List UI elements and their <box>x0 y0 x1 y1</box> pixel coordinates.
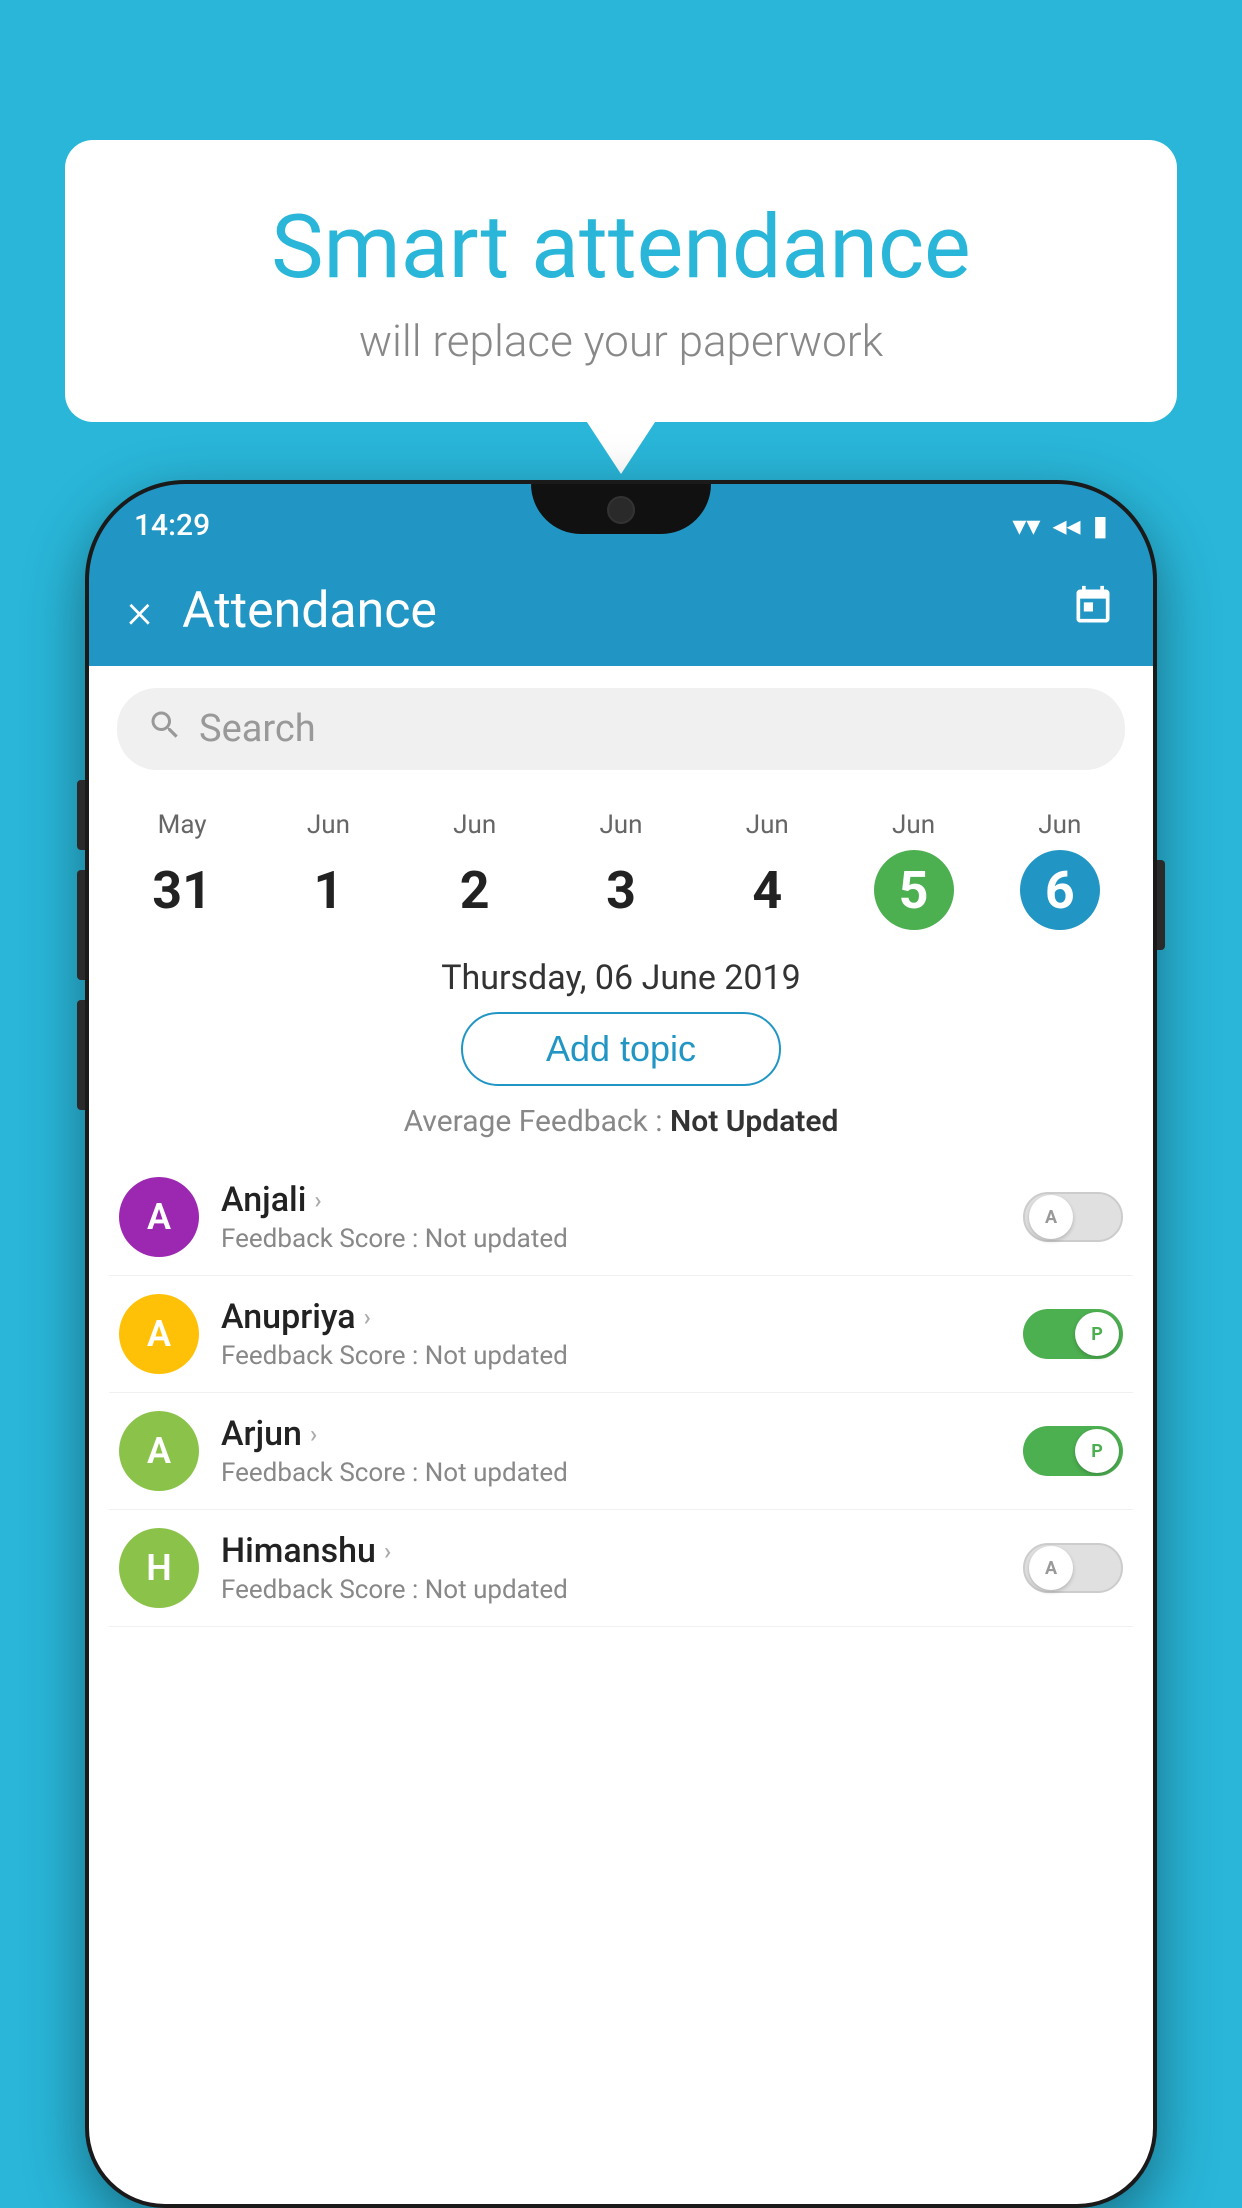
bubble-title: Smart attendance <box>125 200 1117 297</box>
calendar-month-label: Jun <box>844 810 982 840</box>
calendar-day[interactable]: May 31 <box>109 802 255 938</box>
toggle-thumb: A <box>1029 1546 1073 1590</box>
chevron-icon: › <box>310 1420 317 1448</box>
bubble-subtitle: will replace your paperwork <box>125 315 1117 367</box>
student-score: Feedback Score : Not updated <box>221 1341 1001 1371</box>
power-button <box>1157 860 1165 950</box>
app-bar: × Attendance <box>89 556 1153 666</box>
calendar-month-label: Jun <box>552 810 690 840</box>
phone-frame: 14:29 ▾▾ ◂◂ ▮ × Attendance <box>85 480 1157 2208</box>
calendar-date-number: 2 <box>435 850 515 930</box>
search-input-placeholder: Search <box>199 707 316 751</box>
student-item[interactable]: A Anjali › Feedback Score : Not updated A <box>109 1159 1133 1276</box>
calendar-month-label: Jun <box>991 810 1129 840</box>
calendar-date-number: 6 <box>1020 850 1100 930</box>
calendar-strip: May 31 Jun 1 Jun 2 Jun 3 Jun 4 Jun 5 Jun 6 <box>89 792 1153 938</box>
feedback-label-text: Average Feedback : <box>404 1104 670 1139</box>
student-info: Anupriya › Feedback Score : Not updated <box>221 1297 1001 1371</box>
calendar-month-label: Jun <box>406 810 544 840</box>
screen-content: Search May 31 Jun 1 Jun 2 Jun 3 Jun 4 Jun 5 Jun 6 Thu… <box>89 666 1153 2204</box>
student-score: Feedback Score : Not updated <box>221 1575 1001 1605</box>
student-avatar: A <box>119 1411 199 1491</box>
toggle-switch[interactable]: P <box>1023 1309 1123 1359</box>
student-avatar: H <box>119 1528 199 1608</box>
calendar-day[interactable]: Jun 5 <box>840 802 986 938</box>
attendance-toggle[interactable]: P <box>1023 1309 1123 1359</box>
toggle-switch[interactable]: P <box>1023 1426 1123 1476</box>
wifi-icon: ▾▾ <box>1012 509 1040 542</box>
chevron-icon: › <box>384 1537 391 1565</box>
calendar-day[interactable]: Jun 3 <box>548 802 694 938</box>
calendar-month-label: Jun <box>259 810 397 840</box>
feedback-value: Not Updated <box>670 1104 838 1139</box>
battery-icon: ▮ <box>1093 509 1108 542</box>
volume-up-button <box>77 780 85 850</box>
calendar-date-number: 1 <box>288 850 368 930</box>
close-button[interactable]: × <box>127 587 152 635</box>
toggle-thumb: P <box>1075 1312 1119 1356</box>
silent-button <box>77 1000 85 1110</box>
student-name: Anupriya › <box>221 1297 1001 1337</box>
search-icon <box>147 707 183 752</box>
calendar-day[interactable]: Jun 2 <box>402 802 548 938</box>
toggle-thumb: P <box>1075 1429 1119 1473</box>
attendance-toggle[interactable]: A <box>1023 1192 1123 1242</box>
calendar-date-number: 31 <box>142 850 222 930</box>
phone-notch <box>531 484 711 534</box>
calendar-day[interactable]: Jun 4 <box>694 802 840 938</box>
student-name: Himanshu › <box>221 1531 1001 1571</box>
student-item[interactable]: A Anupriya › Feedback Score : Not updated P <box>109 1276 1133 1393</box>
student-avatar: A <box>119 1294 199 1374</box>
chevron-icon: › <box>364 1303 371 1331</box>
signal-icon: ◂◂ <box>1052 509 1080 542</box>
student-score: Feedback Score : Not updated <box>221 1458 1001 1488</box>
student-avatar: A <box>119 1177 199 1257</box>
student-info: Arjun › Feedback Score : Not updated <box>221 1414 1001 1488</box>
calendar-day[interactable]: Jun 6 <box>987 802 1133 938</box>
calendar-day[interactable]: Jun 1 <box>255 802 401 938</box>
student-info: Anjali › Feedback Score : Not updated <box>221 1180 1001 1254</box>
student-info: Himanshu › Feedback Score : Not updated <box>221 1531 1001 1605</box>
volume-down-button <box>77 870 85 980</box>
attendance-toggle[interactable]: P <box>1023 1426 1123 1476</box>
status-icons: ▾▾ ◂◂ ▮ <box>1012 509 1108 542</box>
calendar-date-number: 3 <box>581 850 661 930</box>
add-topic-button[interactable]: Add topic <box>461 1012 781 1086</box>
calendar-month-label: Jun <box>698 810 836 840</box>
calendar-button[interactable] <box>1071 584 1115 639</box>
speech-bubble: Smart attendance will replace your paper… <box>65 140 1177 422</box>
calendar-date-number: 5 <box>874 850 954 930</box>
app-title: Attendance <box>182 582 1041 640</box>
toggle-thumb: A <box>1029 1195 1073 1239</box>
status-time: 14:29 <box>134 508 210 543</box>
student-score: Feedback Score : Not updated <box>221 1224 1001 1254</box>
selected-date-display: Thursday, 06 June 2019 <box>89 958 1153 998</box>
toggle-switch[interactable]: A <box>1023 1543 1123 1593</box>
calendar-date-number: 4 <box>727 850 807 930</box>
student-name: Arjun › <box>221 1414 1001 1454</box>
student-name: Anjali › <box>221 1180 1001 1220</box>
student-item[interactable]: H Himanshu › Feedback Score : Not updated A <box>109 1510 1133 1627</box>
student-item[interactable]: A Arjun › Feedback Score : Not updated P <box>109 1393 1133 1510</box>
camera <box>607 496 635 524</box>
average-feedback: Average Feedback : Not Updated <box>89 1104 1153 1139</box>
calendar-month-label: May <box>113 810 251 840</box>
student-list: AAnjali ›Feedback Score : Not updatedAAA… <box>89 1159 1153 1627</box>
chevron-icon: › <box>314 1186 321 1214</box>
toggle-switch[interactable]: A <box>1023 1192 1123 1242</box>
attendance-toggle[interactable]: A <box>1023 1543 1123 1593</box>
search-bar[interactable]: Search <box>117 688 1125 770</box>
